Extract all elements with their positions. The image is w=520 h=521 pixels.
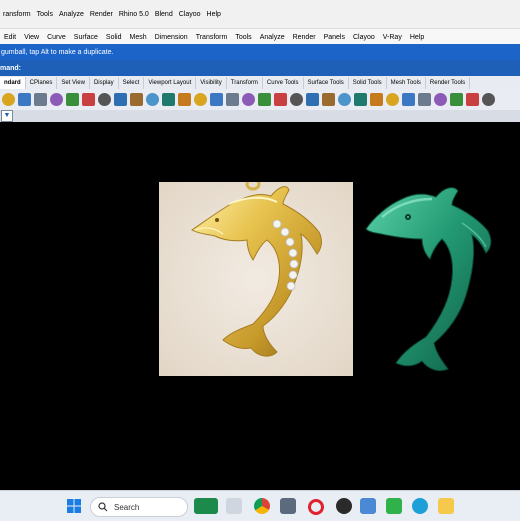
lock-icon[interactable] <box>321 93 335 106</box>
command-history-bar: gumball, tap Alt to make a duplicate. <box>0 44 520 60</box>
windows-start-icon[interactable] <box>66 498 82 514</box>
menu-transform[interactable]: ransform <box>3 11 31 18</box>
grid-icon[interactable] <box>241 93 255 106</box>
save-icon[interactable] <box>17 93 31 106</box>
menu-tools[interactable]: Tools <box>37 11 53 18</box>
tab-solid-tools[interactable]: Solid Tools <box>349 76 387 89</box>
search-icon <box>98 502 108 512</box>
zoom-selected-icon[interactable] <box>209 93 223 106</box>
help-icon[interactable] <box>465 93 479 106</box>
menu-surface[interactable]: Surface <box>74 34 98 41</box>
command-prompt: mand: <box>0 64 21 72</box>
files-icon[interactable] <box>280 498 296 514</box>
edge-icon[interactable] <box>412 498 428 514</box>
print-icon[interactable] <box>33 93 47 106</box>
material-icon[interactable] <box>433 93 447 106</box>
viewport-header: ▼ <box>0 110 520 122</box>
undo-icon[interactable] <box>113 93 127 106</box>
menu-render-2[interactable]: Render <box>293 34 316 41</box>
reference-photo-gold-dolphin <box>159 182 353 376</box>
paste-icon[interactable] <box>97 93 111 106</box>
tab-visibility[interactable]: Visibility <box>196 76 227 89</box>
move-icon[interactable] <box>145 93 159 106</box>
menu-help[interactable]: Help <box>207 11 221 18</box>
search-label: Search <box>114 502 140 512</box>
tab-standard[interactable]: ndard <box>0 76 26 89</box>
viewport-menu-arrow-icon[interactable]: ▼ <box>1 110 13 122</box>
menu-solid[interactable]: Solid <box>106 34 122 41</box>
green-dolphin-model[interactable] <box>362 183 510 373</box>
toolbar-tabs: ndard CPlanes Set View Display Select Vi… <box>0 76 520 90</box>
gold-dolphin-pendant-image <box>159 182 353 376</box>
open-folder-icon[interactable] <box>1 93 15 106</box>
menu-edit[interactable]: Edit <box>4 34 16 41</box>
menu-rhino5[interactable]: Rhino 5.0 <box>119 11 149 18</box>
menu-help-2[interactable]: Help <box>410 34 424 41</box>
hide-icon[interactable] <box>305 93 319 106</box>
tab-transform[interactable]: Transform <box>227 76 263 89</box>
tab-surface-tools[interactable]: Surface Tools <box>304 76 349 89</box>
menu-curve[interactable]: Curve <box>47 34 66 41</box>
extra-icon[interactable] <box>481 93 495 106</box>
tab-viewport-layout[interactable]: Viewport Layout <box>144 76 197 89</box>
media-icon[interactable] <box>336 498 352 514</box>
copy-icon[interactable] <box>81 93 95 106</box>
zoom-window-icon[interactable] <box>193 93 207 106</box>
menu-analyze-2[interactable]: Analyze <box>260 34 285 41</box>
menu-panels[interactable]: Panels <box>324 34 345 41</box>
display-mode-icon[interactable] <box>369 93 383 106</box>
notes-icon[interactable] <box>438 498 454 514</box>
menu-render[interactable]: Render <box>90 11 113 18</box>
ortho-icon[interactable] <box>273 93 287 106</box>
command-line[interactable]: mand: <box>0 60 520 76</box>
zoom-extents-icon[interactable] <box>177 93 191 106</box>
snap-icon[interactable] <box>289 93 303 106</box>
chrome-icon[interactable] <box>254 498 270 514</box>
tools-icon[interactable] <box>360 498 376 514</box>
main-menu-bar: Edit View Curve Surface Solid Mesh Dimen… <box>0 28 520 45</box>
menu-clayoo[interactable]: Clayoo <box>179 11 201 18</box>
top-menu-bar: ransform Tools Analyze Render Rhino 5.0 … <box>0 0 520 28</box>
menu-clayoo-2[interactable]: Clayoo <box>353 34 375 41</box>
menu-transform-2[interactable]: Transform <box>196 34 228 41</box>
tab-render-tools[interactable]: Render Tools <box>426 76 471 89</box>
command-hint-text: gumball, tap Alt to make a duplicate. <box>1 48 114 56</box>
import-icon[interactable] <box>49 93 63 106</box>
tab-set-view[interactable]: Set View <box>57 76 90 89</box>
cut-icon[interactable] <box>65 93 79 106</box>
menu-vray[interactable]: V-Ray <box>383 34 402 41</box>
opera-icon[interactable] <box>308 499 324 515</box>
menu-tools-2[interactable]: Tools <box>235 34 251 41</box>
light-icon[interactable] <box>337 93 351 106</box>
shaded-icon[interactable] <box>401 93 415 106</box>
dolphin-3d-render <box>365 187 492 372</box>
rotate-view-icon[interactable] <box>225 93 239 106</box>
menu-analyze[interactable]: Analyze <box>59 11 84 18</box>
pan-hand-icon[interactable] <box>129 93 143 106</box>
tab-curve-tools[interactable]: Curve Tools <box>263 76 304 89</box>
standard-toolbar <box>0 89 520 111</box>
menu-mesh[interactable]: Mesh <box>130 34 147 41</box>
perspective-icon[interactable] <box>257 93 271 106</box>
tab-cplanes[interactable]: CPlanes <box>26 76 58 89</box>
app-icon[interactable] <box>226 498 242 514</box>
color-icon[interactable] <box>353 93 367 106</box>
tab-display[interactable]: Display <box>90 76 119 89</box>
menu-view[interactable]: View <box>24 34 39 41</box>
menu-blend[interactable]: Blend <box>155 11 173 18</box>
widgets-icon[interactable] <box>194 498 218 514</box>
windows-taskbar: Search <box>0 490 520 521</box>
tab-mesh-tools[interactable]: Mesh Tools <box>387 76 426 89</box>
taskbar-search-box[interactable]: Search <box>90 497 188 517</box>
menu-dimension[interactable]: Dimension <box>155 34 188 41</box>
game-icon[interactable] <box>386 498 402 514</box>
rendered-icon[interactable] <box>385 93 399 106</box>
tab-select[interactable]: Select <box>119 76 145 89</box>
zoom-icon[interactable] <box>161 93 175 106</box>
sphere-icon[interactable] <box>417 93 431 106</box>
settings-gear-icon[interactable] <box>449 93 463 106</box>
